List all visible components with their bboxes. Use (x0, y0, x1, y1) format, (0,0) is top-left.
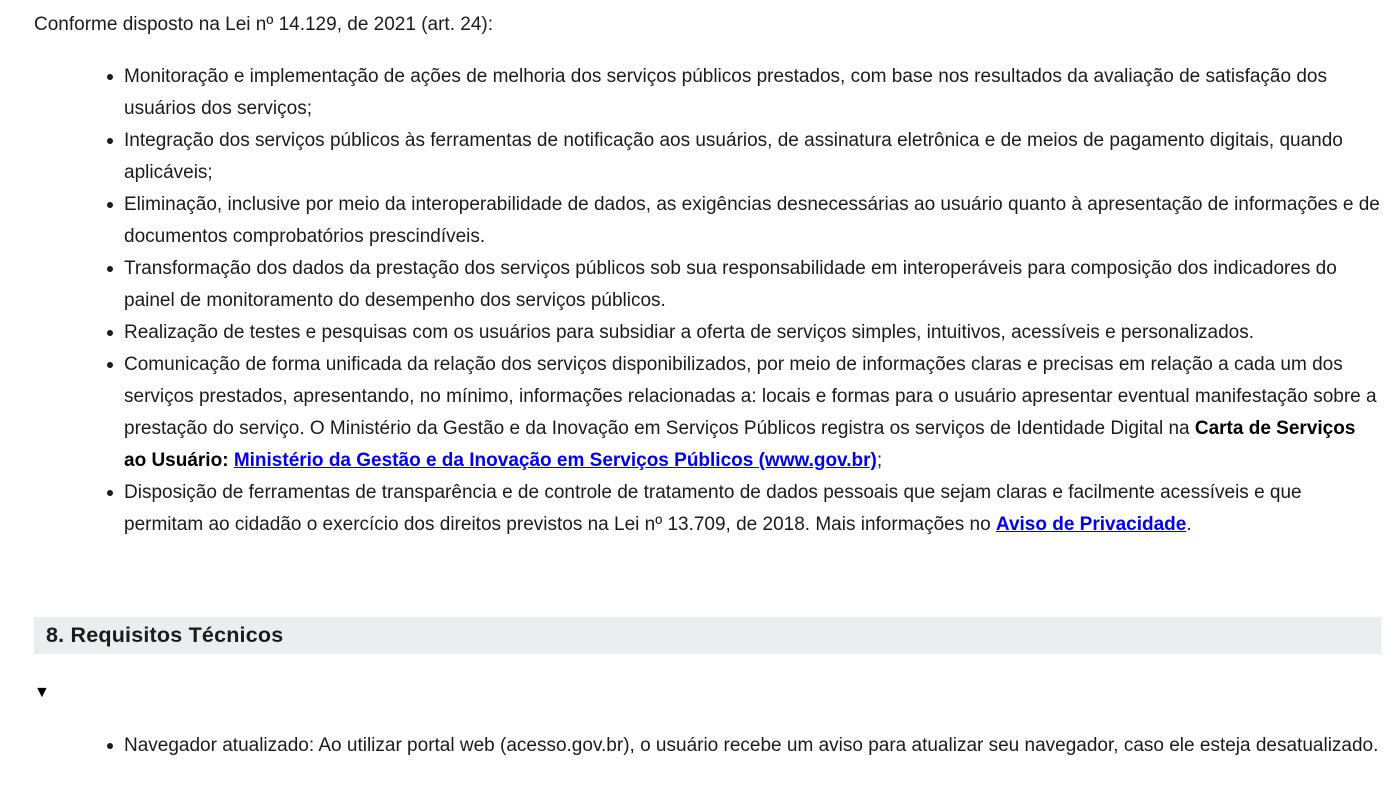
list-item: Integração dos serviços públicos às ferr… (107, 125, 1382, 189)
technical-requirements-list: Navegador atualizado: Ao utilizar portal… (107, 730, 1382, 762)
intro-paragraph: Conforme disposto na Lei nº 14.129, de 2… (34, 14, 494, 35)
list-item-end: ; (876, 450, 883, 471)
list-item: Transformação dos dados da prestação dos… (107, 253, 1382, 317)
list-item: Monitoração e implementação de ações de … (107, 61, 1382, 125)
privacy-notice-link[interactable]: Aviso de Privacidade (996, 514, 1186, 535)
list-item: Realização de testes e pesquisas com os … (107, 317, 1382, 349)
list-item: Navegador atualizado: Ao utilizar portal… (107, 730, 1382, 762)
section-header-requisitos: 8. Requisitos Técnicos (34, 617, 1381, 654)
ministerio-link[interactable]: Ministério da Gestão e da Inovação em Se… (234, 450, 877, 471)
section-title: 8. Requisitos Técnicos (46, 623, 284, 647)
list-item: Disposição de ferramentas de transparênc… (107, 477, 1382, 541)
list-item-text: Comunicação de forma unificada da relaçã… (124, 354, 1377, 439)
list-item-end: . (1186, 514, 1192, 535)
list-item: Comunicação de forma unificada da relaçã… (107, 349, 1382, 477)
legal-requirements-list: Monitoração e implementação de ações de … (107, 61, 1382, 541)
list-item: Eliminação, inclusive por meio da intero… (107, 189, 1382, 253)
collapse-toggle-icon[interactable]: ▼ (34, 683, 50, 703)
